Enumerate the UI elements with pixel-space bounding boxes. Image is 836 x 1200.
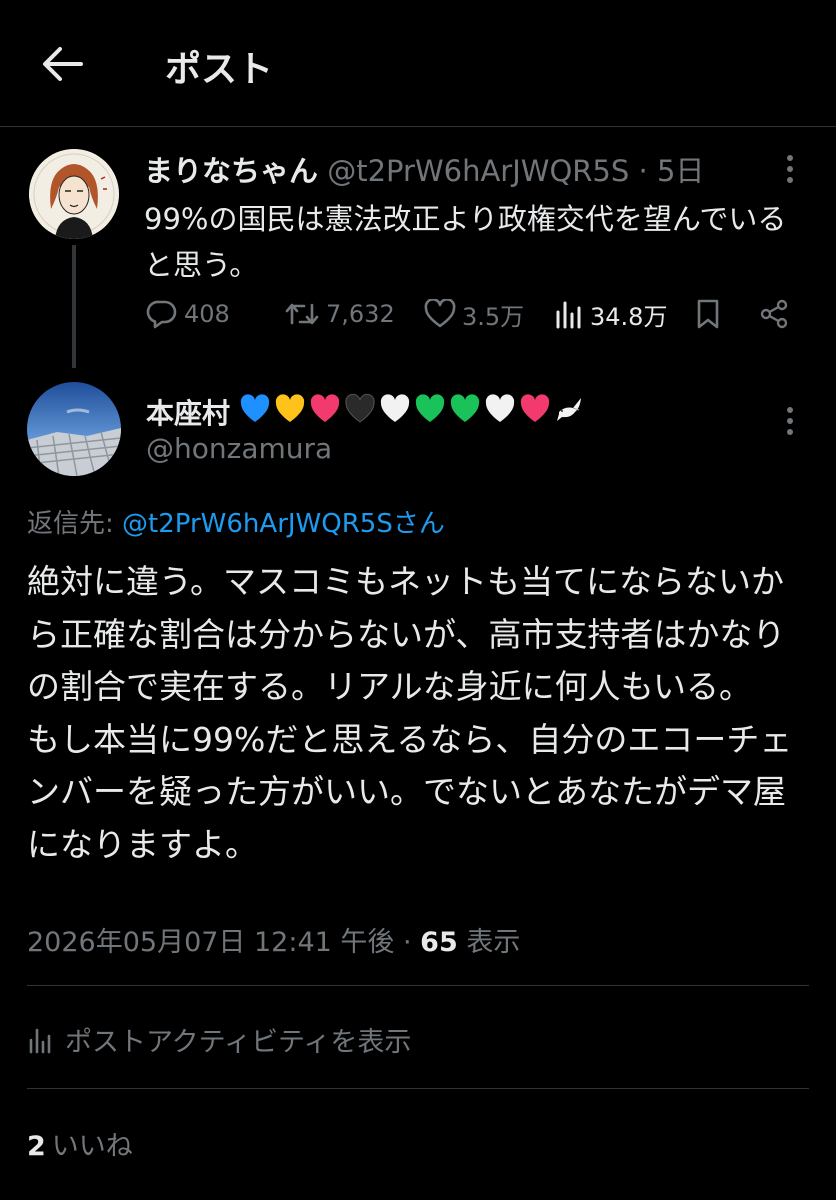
reply-to-label: 返信先: xyxy=(27,509,123,539)
back-button[interactable] xyxy=(38,40,86,88)
post-meta: 2026年05月07日 12:41 午後 · 65 表示 xyxy=(27,920,520,959)
blue-heart-icon xyxy=(240,394,270,422)
more-vertical-icon xyxy=(787,155,793,183)
more-options-button[interactable] xyxy=(775,152,805,186)
reply-icon xyxy=(146,300,177,329)
repost-icon xyxy=(285,303,319,325)
divider xyxy=(27,985,809,986)
author-handle[interactable]: @honzamura xyxy=(146,432,332,465)
views-count: 34.8万 xyxy=(590,302,668,331)
avatar-illustration xyxy=(29,149,119,239)
bookmark-icon xyxy=(697,299,719,329)
share-icon xyxy=(760,299,788,329)
heart-icon xyxy=(424,299,456,328)
reply-count: 408 xyxy=(184,300,230,328)
white-heart-icon xyxy=(485,394,515,422)
views-chart-icon xyxy=(556,301,581,329)
views-button[interactable]: 34.8万 xyxy=(554,294,667,334)
post-age[interactable]: 5日 xyxy=(657,154,704,188)
more-vertical-icon xyxy=(787,407,793,435)
bookmark-button[interactable] xyxy=(694,294,728,334)
avatar-photo xyxy=(27,382,121,476)
like-count: 3.5万 xyxy=(462,302,525,331)
green-heart-icon xyxy=(450,394,480,422)
repost-count: 7,632 xyxy=(326,300,395,328)
like-button[interactable]: 3.5万 xyxy=(424,294,524,334)
view-count: 65 xyxy=(420,927,458,958)
pink-heart-icon xyxy=(310,394,340,422)
avatar[interactable] xyxy=(29,149,119,239)
post-activity-button[interactable]: ポストアクティビティを表示 xyxy=(27,1020,411,1059)
reply-to-line: 返信先: @t2PrW6hArJWQR5Sさん xyxy=(27,503,445,540)
post-text: 99%の国民は憲法改正より政権交代を望んでいると思う。 xyxy=(144,202,787,282)
top-bar: ポスト xyxy=(0,0,836,127)
view-label: 表示 xyxy=(457,927,521,958)
back-arrow-icon xyxy=(43,47,83,81)
post-text: 絶対に違う。マスコミもネットも当てにならないから正確な割合は分からないが、高市支… xyxy=(27,562,793,864)
share-button[interactable] xyxy=(758,294,796,334)
reply-to-link[interactable]: @t2PrW6hArJWQR5Sさん xyxy=(122,509,445,539)
yellow-heart-icon xyxy=(275,394,305,422)
pink-heart-icon xyxy=(520,394,550,422)
post-timestamp[interactable]: 2026年05月07日 12:41 午後 xyxy=(27,927,394,958)
thread-connector xyxy=(72,245,76,368)
repost-button[interactable]: 7,632 xyxy=(284,294,395,334)
activity-chart-icon xyxy=(29,1028,51,1053)
reply-button[interactable]: 408 xyxy=(146,294,230,334)
likes-label: いいね xyxy=(51,1131,133,1162)
white-heart-icon xyxy=(380,394,410,422)
post-header: まりなちゃん @t2PrW6hArJWQR5S · 5日 xyxy=(144,148,704,190)
separator-dot: · xyxy=(638,154,648,188)
author-name[interactable]: 本座村 xyxy=(146,392,230,432)
black-heart-icon xyxy=(345,393,375,423)
dove-icon xyxy=(557,398,581,421)
green-heart-icon xyxy=(415,394,445,422)
more-options-button[interactable] xyxy=(775,404,805,438)
name-emojis xyxy=(238,392,587,426)
author-name[interactable]: まりなちゃん xyxy=(144,154,318,188)
divider xyxy=(27,1088,809,1089)
activity-label: ポストアクティビティを表示 xyxy=(65,1027,412,1058)
avatar[interactable] xyxy=(27,382,121,476)
likes-count: 2 xyxy=(27,1131,46,1162)
likes-summary[interactable]: 2 いいね xyxy=(27,1124,133,1163)
author-handle[interactable]: @t2PrW6hArJWQR5S xyxy=(327,154,629,188)
page-title: ポスト xyxy=(165,49,274,90)
separator-dot: · xyxy=(394,927,421,958)
